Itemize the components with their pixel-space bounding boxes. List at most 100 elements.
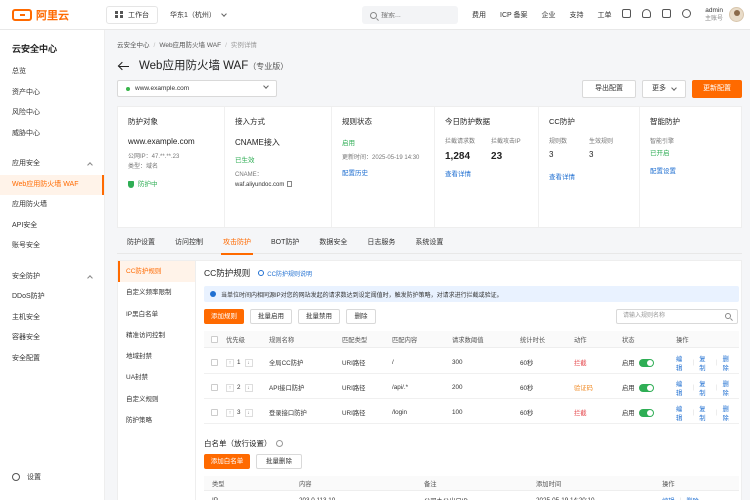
batch-delete-button[interactable]: 批量删除 [256, 454, 302, 469]
sidebar-item-overview[interactable]: 总览 [0, 62, 104, 83]
move-up-icon[interactable]: ↑ [226, 383, 234, 392]
settings-link[interactable]: 设置 [12, 472, 41, 482]
copy-link[interactable]: 复制 [699, 354, 711, 372]
edit-link[interactable]: 编辑 [676, 379, 688, 397]
workbench-button[interactable]: 工作台 [106, 5, 158, 24]
move-up-icon[interactable]: ↑ [226, 358, 234, 367]
sidebar-item-app-firewall[interactable]: 应用防火墙 [0, 195, 104, 216]
help-icon[interactable] [662, 9, 671, 18]
question-icon[interactable] [275, 440, 283, 447]
cc-help-link[interactable]: CC防护规则说明 [258, 269, 312, 278]
notice-banner: 当单位时间内相同源IP对您的网站发起的请求数达到设定阈值时，触发防护策略，对请求… [204, 286, 739, 302]
add-rule-button[interactable]: 添加规则 [204, 309, 244, 324]
delete-link[interactable]: 删除 [722, 379, 734, 397]
stats-panel: 防护对象 www.example.com 公网IP：47.**.**.23 类型… [117, 106, 742, 228]
domain-selector[interactable]: www.example.com [117, 80, 277, 97]
add-whitelist-button[interactable]: 添加白名单 [204, 454, 250, 469]
shield-icon [128, 180, 134, 188]
sidebar-item-api-security[interactable]: API安全 [0, 216, 104, 237]
subnav-ip-list[interactable]: IP黑白名单 [118, 304, 195, 325]
sidebar-item-risk[interactable]: 风险中心 [0, 103, 104, 124]
nav-billing[interactable]: 费用 [472, 10, 486, 20]
export-config-button[interactable]: 导出配置 [582, 80, 636, 98]
edit-link[interactable]: 编辑 [662, 496, 675, 500]
rule-search-input[interactable]: 请输入规则名称 [616, 309, 738, 324]
search-input[interactable] [381, 11, 451, 19]
copy-link[interactable]: 复制 [699, 404, 711, 422]
move-up-icon[interactable]: ↑ [226, 408, 234, 417]
sidebar-item-ddos[interactable]: DDoS防护 [0, 287, 104, 308]
cc-detail-link[interactable]: 查看详情 [549, 171, 639, 181]
tab-bot-protection[interactable]: BOT防护 [261, 236, 309, 254]
user-info[interactable]: admin 主账号 [705, 6, 723, 24]
config-history-link[interactable]: 配置历史 [342, 167, 434, 177]
update-config-button[interactable]: 更新配置 [692, 80, 742, 98]
bell-icon[interactable] [642, 9, 651, 18]
sidebar-item-threat[interactable]: 威胁中心 [0, 124, 104, 145]
stat-rules: 规则状态 启用 更新时间：2025-05-19 14:30 配置历史 [332, 107, 435, 227]
row-checkbox[interactable] [211, 384, 218, 391]
delete-link[interactable]: 删除 [686, 496, 699, 500]
edit-link[interactable]: 编辑 [676, 354, 688, 372]
subnav-geo-block[interactable]: 地域封禁 [118, 346, 195, 367]
state-toggle[interactable] [638, 383, 654, 392]
move-down-icon[interactable]: ↓ [244, 408, 253, 417]
subnav-ua-block[interactable]: UA封禁 [118, 367, 195, 388]
group-label: 应用安全 [12, 160, 40, 167]
delete-link[interactable]: 删除 [722, 354, 734, 372]
sidebar-item-waf[interactable]: Web应用防火墙 WAF [0, 174, 104, 195]
move-down-icon[interactable]: ↓ [244, 358, 253, 367]
smart-config-link[interactable]: 配置设置 [650, 165, 741, 175]
location-icon[interactable] [682, 9, 691, 18]
sidebar-item-assets[interactable]: 资产中心 [0, 83, 104, 104]
batch-enable-button[interactable]: 批量启用 [250, 309, 292, 324]
today-detail-link[interactable]: 查看详情 [445, 168, 538, 178]
row-checkbox[interactable] [211, 409, 218, 416]
breadcrumb-item[interactable]: Web应用防火墙 WAF [159, 42, 221, 49]
subnav-rate-limit[interactable]: 自定义频率限制 [118, 282, 195, 303]
row-checkbox[interactable] [211, 359, 218, 366]
batch-disable-button[interactable]: 批量禁用 [298, 309, 340, 324]
region-selector[interactable]: 华东1（杭州） [170, 10, 227, 20]
tab-system-settings[interactable]: 系统设置 [405, 236, 453, 254]
tab-access-control[interactable]: 访问控制 [165, 236, 213, 254]
delete-button[interactable]: 删除 [346, 309, 376, 324]
nav-ticket[interactable]: 工单 [598, 10, 612, 20]
subnav-custom-rules[interactable]: 自定义规则 [118, 389, 195, 410]
state-toggle[interactable] [638, 408, 654, 417]
tab-data-security[interactable]: 数据安全 [309, 236, 357, 254]
nav-support[interactable]: 支持 [570, 10, 584, 20]
avatar[interactable] [729, 7, 744, 22]
nav-enterprise[interactable]: 企业 [542, 10, 556, 20]
sidebar-item-account-security[interactable]: 账号安全 [0, 236, 104, 257]
tab-attack-protection[interactable]: 攻击防护 [213, 236, 261, 255]
state-toggle[interactable] [638, 358, 654, 367]
copy-link[interactable]: 复制 [699, 379, 711, 397]
sidebar-item-container[interactable]: 容器安全 [0, 328, 104, 349]
sidebar-item-host[interactable]: 主机安全 [0, 308, 104, 329]
select-all-checkbox[interactable] [211, 335, 218, 343]
screen-icon[interactable] [622, 9, 631, 18]
aliyun-logo[interactable]: 阿里云 [12, 7, 98, 23]
sidebar-group-protection[interactable]: 安全防护 [0, 267, 104, 288]
delete-link[interactable]: 删除 [722, 404, 734, 422]
more-button[interactable]: 更多 [642, 80, 686, 98]
subnav-policy[interactable]: 防护策略 [118, 410, 195, 431]
edition-label: （专业版） [248, 62, 289, 71]
edit-link[interactable]: 编辑 [676, 404, 688, 422]
tab-protection-settings[interactable]: 防护设置 [117, 236, 165, 254]
stat-title: 防护对象 [128, 117, 158, 126]
search-box[interactable] [362, 6, 458, 24]
back-arrow-icon[interactable] [119, 62, 129, 70]
nav-icp[interactable]: ICP 备案 [500, 10, 528, 20]
search-icon [370, 11, 377, 19]
sidebar-item-config[interactable]: 安全配置 [0, 349, 104, 370]
subnav-cc-rules[interactable]: CC防护规则 [118, 261, 195, 283]
move-down-icon[interactable]: ↓ [244, 383, 253, 392]
copy-icon[interactable] [287, 181, 293, 188]
subnav-precise-access[interactable]: 精准访问控制 [118, 325, 195, 346]
tab-log-service[interactable]: 日志服务 [357, 236, 405, 254]
sidebar-group-app-security[interactable]: 应用安全 [0, 154, 104, 175]
whitelist-row: IP 203.0.113.10 公司办公出口IP 2025-05-19 14:2… [204, 492, 739, 500]
breadcrumb-item[interactable]: 云安全中心 [117, 42, 150, 49]
